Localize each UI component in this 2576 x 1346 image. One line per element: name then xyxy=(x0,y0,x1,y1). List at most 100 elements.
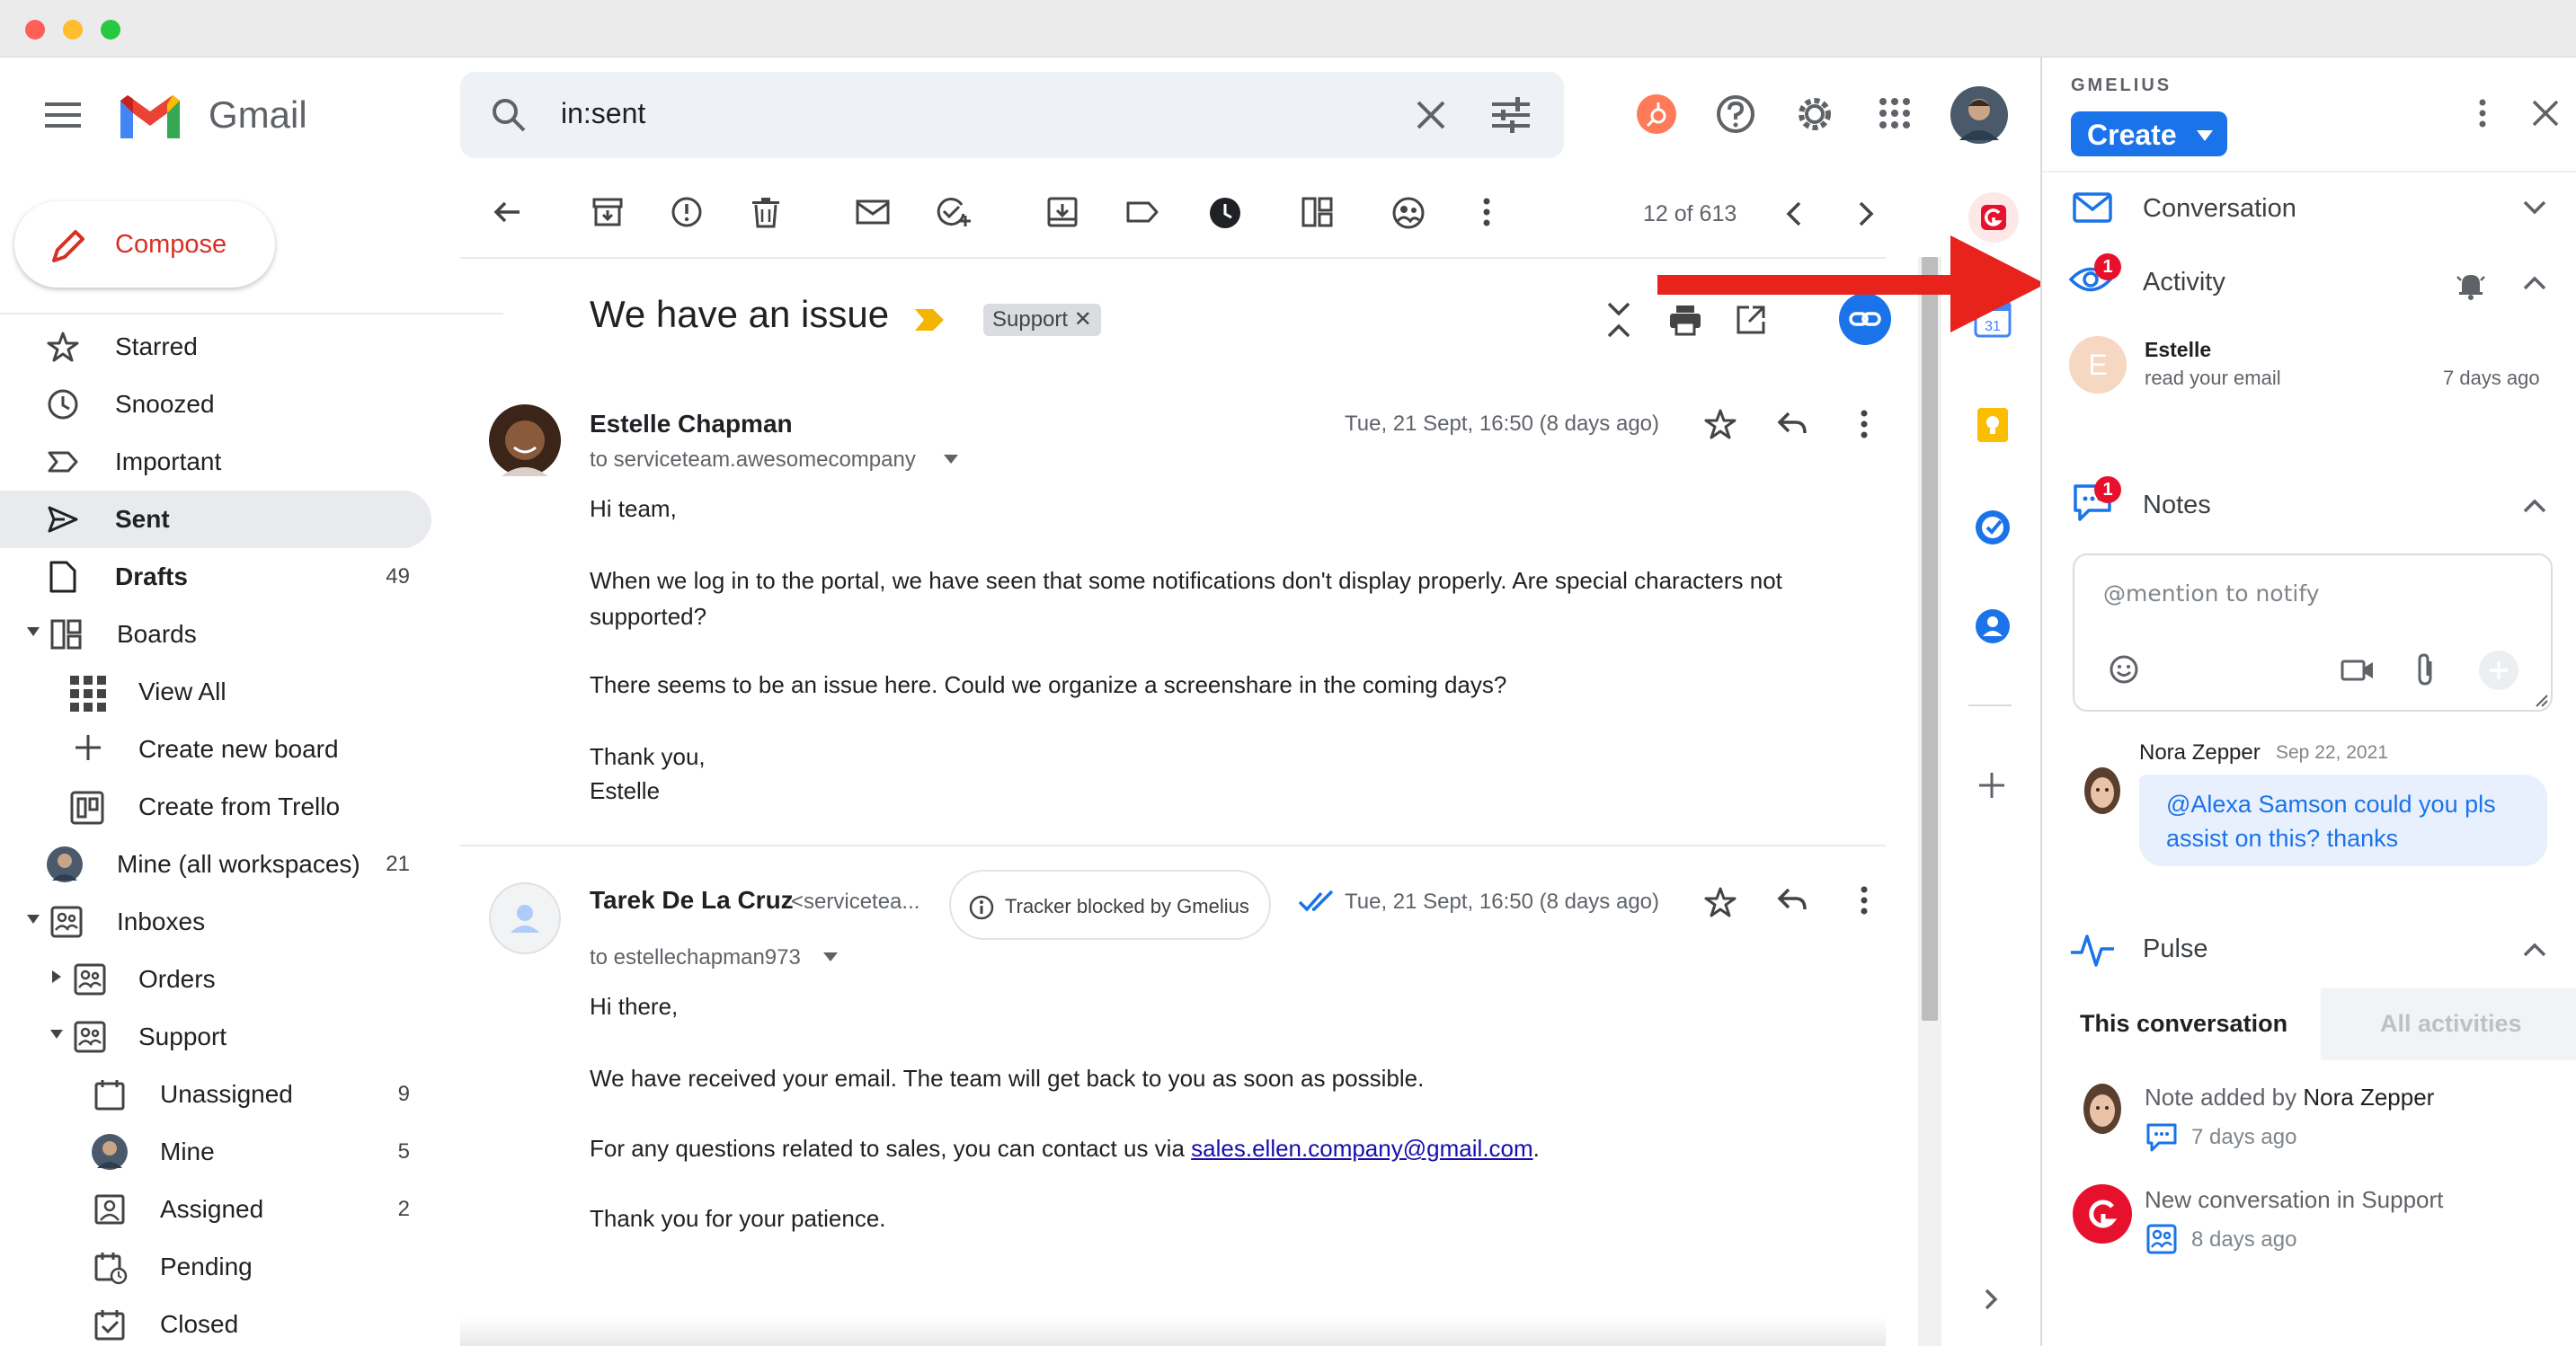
settings-gear-icon[interactable] xyxy=(1794,93,1835,135)
nav-item-snoozed[interactable]: Snoozed xyxy=(0,376,431,433)
search-options-icon[interactable] xyxy=(1492,97,1530,133)
caret-down-icon[interactable] xyxy=(27,627,40,636)
caret-down-icon[interactable] xyxy=(27,915,40,924)
tracker-blocked-pill[interactable]: Tracker blocked by Gmelius xyxy=(949,870,1271,940)
chevron-up-icon[interactable] xyxy=(2522,498,2547,514)
nav-item-view-all[interactable]: View All xyxy=(0,663,431,721)
nav-item-mine-all[interactable]: Mine (all workspaces) 21 xyxy=(0,836,431,893)
more-vertical-icon[interactable] xyxy=(1859,884,1870,917)
label-chip-support[interactable]: Support ✕ xyxy=(983,304,1101,336)
caret-right-icon[interactable] xyxy=(52,970,61,983)
create-button[interactable]: Create xyxy=(2071,111,2227,156)
nav-item-boards[interactable]: Boards xyxy=(0,606,431,663)
sender-avatar[interactable] xyxy=(489,404,561,476)
nav-item-create-board[interactable]: Create new board xyxy=(0,721,431,778)
expand-panel-chevron-icon[interactable] xyxy=(1983,1287,2001,1312)
minimize-window-button[interactable] xyxy=(63,20,83,40)
remove-label-icon[interactable]: ✕ xyxy=(1074,307,1092,332)
nav-item-create-trello[interactable]: Create from Trello xyxy=(0,778,431,836)
emoji-icon[interactable] xyxy=(2109,654,2139,685)
nav-item-unassigned[interactable]: Unassigned 9 xyxy=(0,1066,431,1123)
details-caret-icon[interactable] xyxy=(823,952,838,961)
send-note-button[interactable] xyxy=(2479,651,2518,690)
gmail-logo-icon[interactable] xyxy=(117,92,183,142)
chevron-right-icon[interactable] xyxy=(1855,199,1877,228)
more-vertical-icon[interactable] xyxy=(1481,196,1492,228)
tasks-app-icon[interactable] xyxy=(1974,509,2012,546)
message-body-line: Estelle xyxy=(590,777,661,804)
more-vertical-icon[interactable] xyxy=(2477,97,2488,129)
chevron-down-icon[interactable] xyxy=(2522,199,2547,216)
scrollbar-thumb[interactable] xyxy=(1922,257,1938,1021)
apps-grid-icon[interactable] xyxy=(1879,97,1911,129)
nav-item-inboxes[interactable]: Inboxes xyxy=(0,893,431,951)
move-to-icon[interactable] xyxy=(1046,196,1079,228)
help-icon[interactable] xyxy=(1715,93,1756,135)
add-task-icon[interactable] xyxy=(935,196,971,228)
sender-name[interactable]: Estelle Chapman xyxy=(590,410,793,438)
sales-email-link[interactable]: sales.ellen.company@gmail.com xyxy=(1191,1135,1532,1162)
sender-avatar[interactable] xyxy=(489,882,561,954)
add-app-plus-icon[interactable] xyxy=(1977,771,2006,800)
nav-item-drafts[interactable]: Drafts 49 xyxy=(0,548,431,606)
keep-app-icon[interactable] xyxy=(1974,406,2012,444)
tab-all-activities[interactable]: All activities xyxy=(2321,988,2576,1060)
compose-button[interactable]: Compose xyxy=(14,201,275,288)
tab-this-conversation[interactable]: This conversation xyxy=(2042,988,2321,1060)
collapse-all-icon[interactable] xyxy=(1605,300,1632,340)
main-menu-icon[interactable] xyxy=(45,101,83,129)
label-tag-icon[interactable] xyxy=(1125,196,1159,228)
search-bar[interactable]: in:sent xyxy=(460,72,1564,158)
nav-item-starred[interactable]: Starred xyxy=(0,318,431,376)
back-arrow-icon[interactable] xyxy=(491,196,523,228)
account-avatar[interactable] xyxy=(1950,86,2008,144)
mark-unread-icon[interactable] xyxy=(856,196,890,228)
importance-marker-icon[interactable] xyxy=(913,307,946,332)
conversation-section-title[interactable]: Conversation xyxy=(2143,194,2296,224)
nav-item-closed[interactable]: Closed xyxy=(0,1296,431,1346)
search-input[interactable]: in:sent xyxy=(561,97,645,130)
search-icon[interactable] xyxy=(491,97,527,133)
assign-user-icon[interactable] xyxy=(1391,196,1426,230)
resize-handle-icon[interactable] xyxy=(2535,694,2549,708)
nav-item-assigned[interactable]: Assigned 2 xyxy=(0,1181,431,1238)
reply-icon[interactable] xyxy=(1776,884,1808,917)
delete-trash-icon[interactable] xyxy=(750,196,782,228)
nav-item-sent[interactable]: Sent xyxy=(0,491,431,548)
scrollbar-track[interactable] xyxy=(1918,257,1941,1346)
snooze-clock-icon[interactable] xyxy=(1208,196,1242,230)
star-icon[interactable] xyxy=(1704,408,1737,440)
details-caret-icon[interactable] xyxy=(944,455,958,464)
sender-name[interactable]: Tarek De La Cruz xyxy=(590,886,794,915)
paperclip-icon[interactable] xyxy=(2414,652,2436,686)
report-spam-icon[interactable] xyxy=(671,196,703,228)
nav-item-support[interactable]: Support xyxy=(0,1008,431,1066)
close-panel-icon[interactable] xyxy=(2531,99,2560,128)
maximize-window-button[interactable] xyxy=(101,20,120,40)
chevron-left-icon[interactable] xyxy=(1783,199,1805,228)
add-to-board-icon[interactable] xyxy=(1301,196,1334,228)
note-input-placeholder[interactable]: @mention to notify xyxy=(2103,580,2320,607)
nav-item-orders[interactable]: Orders xyxy=(0,951,431,1008)
caret-down-icon[interactable] xyxy=(50,1030,63,1039)
close-window-button[interactable] xyxy=(25,20,45,40)
nav-item-pending[interactable]: Pending xyxy=(0,1238,431,1296)
note-input-box[interactable]: @mention to notify xyxy=(2073,553,2553,712)
activity-section-title[interactable]: Activity xyxy=(2143,268,2225,297)
more-vertical-icon[interactable] xyxy=(1859,408,1870,440)
chevron-up-icon[interactable] xyxy=(2522,275,2547,291)
clear-search-icon[interactable] xyxy=(1415,99,1447,131)
thread-subject: We have an issue xyxy=(590,293,890,335)
pulse-section-title[interactable]: Pulse xyxy=(2143,934,2208,964)
archive-icon[interactable] xyxy=(591,196,624,228)
star-icon[interactable] xyxy=(1704,886,1737,918)
nav-item-mine[interactable]: Mine 5 xyxy=(0,1123,431,1181)
contacts-app-icon[interactable] xyxy=(1974,607,2012,645)
hubspot-icon[interactable] xyxy=(1636,93,1677,135)
reply-icon[interactable] xyxy=(1776,408,1808,440)
video-camera-icon[interactable] xyxy=(2341,658,2375,683)
chevron-up-icon[interactable] xyxy=(2522,942,2547,958)
notification-bell-icon[interactable] xyxy=(2456,270,2486,300)
notes-section-title[interactable]: Notes xyxy=(2143,491,2211,520)
nav-item-important[interactable]: Important xyxy=(0,433,431,491)
